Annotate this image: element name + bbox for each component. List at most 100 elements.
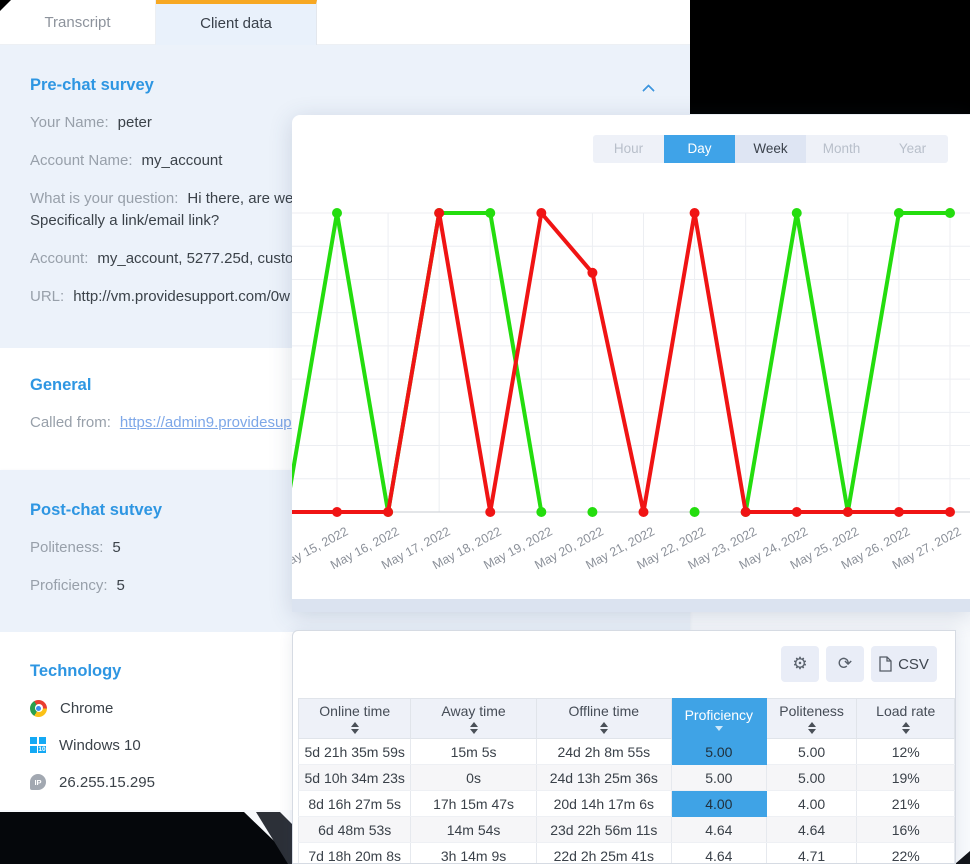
table-cell: 7d 18h 20m 8s bbox=[299, 843, 411, 864]
field-value: 5 bbox=[112, 539, 120, 556]
column-header-politeness[interactable]: Politeness bbox=[766, 699, 857, 739]
field-label: Politeness: bbox=[30, 539, 103, 556]
table-cell: 23d 22h 56m 11s bbox=[536, 817, 671, 843]
column-label: Away time bbox=[441, 703, 505, 719]
field-label: What is your question: bbox=[30, 190, 178, 207]
table-toolbar: ⚙ ⟳ CSV bbox=[781, 646, 937, 682]
period-tab-week[interactable]: Week bbox=[735, 135, 806, 163]
table-row: 7d 18h 20m 8s3h 14m 9s22d 2h 25m 41s4.64… bbox=[299, 843, 955, 864]
table-row: 5d 10h 34m 23s0s24d 13h 25m 36s5.005.001… bbox=[299, 765, 955, 791]
table-cell: 5d 10h 34m 23s bbox=[299, 765, 411, 791]
table-cell: 24d 2h 8m 55s bbox=[536, 739, 671, 765]
field-label: Called from: bbox=[30, 414, 111, 431]
table-cell: 5.00 bbox=[671, 765, 766, 791]
table-header-row: Online time Away time Offline time Proficie… bbox=[299, 699, 955, 739]
field-value: my_account, 5277.25d, custor bbox=[97, 250, 298, 267]
table-cell: 4.64 bbox=[671, 843, 766, 864]
sort-arrows-icon bbox=[902, 722, 910, 734]
column-label: Politeness bbox=[779, 703, 844, 719]
table-cell: 4.00 bbox=[671, 791, 766, 817]
field-value: 5 bbox=[117, 577, 125, 594]
table-cell: 21% bbox=[857, 791, 955, 817]
field-label: Your Name: bbox=[30, 114, 109, 131]
black-corner-bottom-right bbox=[955, 851, 970, 864]
csv-label: CSV bbox=[898, 656, 929, 673]
field-label: URL: bbox=[30, 288, 64, 305]
table-cell: 4.64 bbox=[766, 817, 857, 843]
agents-stats-table: Online time Away time Offline time Proficie… bbox=[298, 698, 955, 864]
table-row: 8d 16h 27m 5s17h 15m 47s20d 14h 17m 6s4.… bbox=[299, 791, 955, 817]
table-cell: 6d 48m 53s bbox=[299, 817, 411, 843]
table-cell: 12% bbox=[857, 739, 955, 765]
column-label: Online time bbox=[319, 703, 390, 719]
table-cell: 8d 16h 27m 5s bbox=[299, 791, 411, 817]
period-tab-day[interactable]: Day bbox=[664, 135, 735, 163]
sort-arrows-icon bbox=[470, 722, 478, 734]
chrome-icon bbox=[30, 700, 47, 717]
column-header-away-time[interactable]: Away time bbox=[411, 699, 536, 739]
column-header-online-time[interactable]: Online time bbox=[299, 699, 411, 739]
sort-arrows-icon bbox=[600, 722, 608, 734]
field-value: http://vm.providesupport.com/0w bbox=[73, 288, 290, 305]
refresh-button[interactable]: ⟳ bbox=[826, 646, 864, 682]
sort-arrows-icon bbox=[808, 722, 816, 734]
black-background-top-right bbox=[690, 0, 970, 114]
sort-arrows-icon bbox=[715, 726, 723, 731]
tab-transcript[interactable]: Transcript bbox=[0, 0, 156, 45]
column-header-load-rate[interactable]: Load rate bbox=[857, 699, 955, 739]
field-link[interactable]: https://admin9.providesup bbox=[120, 414, 292, 431]
field-row: What is your question:Hi there, are weSp… bbox=[30, 188, 298, 232]
refresh-icon: ⟳ bbox=[838, 654, 852, 674]
table-cell: 19% bbox=[857, 765, 955, 791]
column-header-proficiency[interactable]: Proficiency bbox=[671, 699, 766, 739]
tab-bar: Transcript Client data bbox=[0, 0, 690, 45]
statistics-table-panel: ⚙ ⟳ CSV Online time Away time Offline time… bbox=[292, 630, 956, 864]
statistics-chart-panel: May 15, 2022May 16, 2022May 17, 2022May … bbox=[292, 115, 970, 612]
settings-button[interactable]: ⚙ bbox=[781, 646, 819, 682]
table-cell: 5d 21h 35m 59s bbox=[299, 739, 411, 765]
table-cell: 4.71 bbox=[766, 843, 857, 864]
column-label: Load rate bbox=[876, 703, 935, 719]
column-label: Offline time bbox=[569, 703, 640, 719]
table-cell: 4.00 bbox=[766, 791, 857, 817]
field-value: my_account bbox=[142, 152, 223, 169]
tech-item-label: Windows 10 bbox=[59, 737, 141, 754]
period-tab-year[interactable]: Year bbox=[877, 135, 948, 163]
tab-client-data[interactable]: Client data bbox=[156, 0, 317, 45]
black-corner-top-left bbox=[0, 0, 11, 11]
period-tab-hour[interactable]: Hour bbox=[593, 135, 664, 163]
horizontal-scrollbar[interactable] bbox=[292, 599, 970, 612]
table-cell: 24d 13h 25m 36s bbox=[536, 765, 671, 791]
table-cell: 15m 5s bbox=[411, 739, 536, 765]
tech-item-label: Chrome bbox=[60, 700, 113, 717]
table-cell: 3h 14m 9s bbox=[411, 843, 536, 864]
table-cell: 0s bbox=[411, 765, 536, 791]
windows-icon: 10 bbox=[30, 737, 46, 753]
export-csv-button[interactable]: CSV bbox=[871, 646, 937, 682]
tech-item-label: 26.255.15.295 bbox=[59, 774, 155, 791]
table-cell: 17h 15m 47s bbox=[411, 791, 536, 817]
table-cell: 16% bbox=[857, 817, 955, 843]
field-label: Account Name: bbox=[30, 152, 133, 169]
section-title: Pre-chat survey bbox=[30, 74, 690, 96]
period-tab-month[interactable]: Month bbox=[806, 135, 877, 163]
table-cell: 22d 2h 25m 41s bbox=[536, 843, 671, 864]
table-row: 5d 21h 35m 59s15m 5s24d 2h 8m 55s5.005.0… bbox=[299, 739, 955, 765]
table-cell: 4.64 bbox=[671, 817, 766, 843]
ip-icon: IP bbox=[30, 774, 46, 790]
column-header-offline-time[interactable]: Offline time bbox=[536, 699, 671, 739]
table-cell: 20d 14h 17m 6s bbox=[536, 791, 671, 817]
chevron-up-icon bbox=[642, 84, 655, 97]
gear-icon: ⚙ bbox=[792, 654, 807, 674]
field-value: peter bbox=[118, 114, 152, 131]
collapse-section-button[interactable] bbox=[640, 81, 656, 95]
line-chart: May 15, 2022May 16, 2022May 17, 2022May … bbox=[292, 115, 970, 612]
field-label: Proficiency: bbox=[30, 577, 108, 594]
table-cell: 5.00 bbox=[671, 739, 766, 765]
table-row: 6d 48m 53s14m 54s23d 22h 56m 11s4.644.64… bbox=[299, 817, 955, 843]
sort-arrows-icon bbox=[351, 722, 359, 734]
black-background-bottom-left bbox=[0, 812, 298, 864]
table-cell: 22% bbox=[857, 843, 955, 864]
document-icon bbox=[879, 656, 892, 672]
period-tab-group: HourDayWeekMonthYear bbox=[593, 135, 948, 163]
